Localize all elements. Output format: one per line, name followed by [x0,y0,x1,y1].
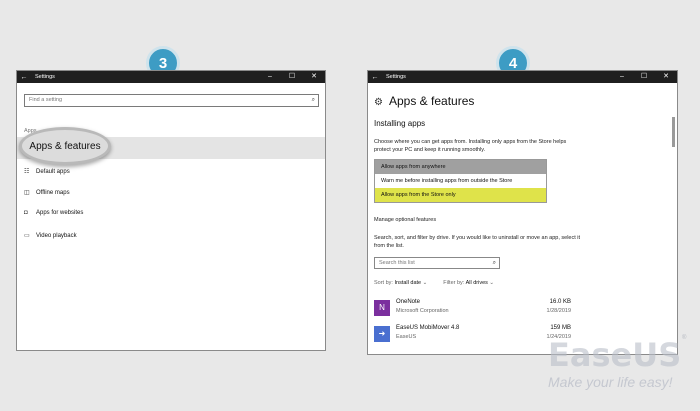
filter-label: Filter by: [443,280,465,286]
minimize-button[interactable]: – [611,71,633,83]
close-button[interactable]: ✕ [303,71,325,83]
mobimover-icon: ➜ [374,326,390,342]
nav-item-video-playback[interactable]: ▭ Video playback [24,232,77,240]
sort-value: Install date [394,280,422,286]
apps-features-label: Apps & features [29,140,101,152]
search-icon[interactable]: ⌕ [493,258,496,268]
maximize-button[interactable]: ☐ [281,71,303,83]
easeus-watermark-logo: EaseUS [548,336,682,374]
install-source-dropdown[interactable]: Allow apps from anywhere Warn me before … [374,159,547,203]
manage-optional-features-link[interactable]: Manage optional features [374,217,436,223]
chevron-down-icon: ⌄ [489,280,495,286]
app-name: EaseUS MobiMover 4.8 [396,325,460,331]
nav-label: Offline maps [36,189,70,196]
nav-label: Default apps [36,168,70,175]
nav-item-offline-maps[interactable]: ◫ Offline maps [24,189,70,197]
app-list-item[interactable]: N OneNote Microsoft Corporation 16.0 KB … [374,298,571,318]
app-size: 159 MB [550,325,571,331]
video-icon: ▭ [24,233,30,239]
app-name: OneNote [396,299,421,305]
registered-mark: ® [682,335,687,341]
minimize-button[interactable]: – [259,71,281,83]
find-setting-input[interactable]: Find a setting ⌕ [24,94,319,107]
window-title: Settings [386,74,406,80]
page-title: Apps & features [389,94,475,108]
sort-label: Sort by: [374,280,393,286]
app-date: 1/28/2019 [546,308,571,314]
filter-value: All drives [465,280,488,286]
app-publisher: EaseUS [396,334,417,340]
nav-label: Apps for websites [36,210,84,216]
back-arrow-icon[interactable]: ← [17,74,31,81]
close-button[interactable]: ✕ [655,71,677,83]
nav-label: Video playback [36,232,77,239]
option-warn[interactable]: Warn me before installing apps from outs… [375,174,546,188]
search-list-input[interactable]: Search this list ⌕ [374,257,500,269]
option-anywhere[interactable]: Allow apps from anywhere [375,160,546,174]
app-list-item[interactable]: ➜ EaseUS MobiMover 4.8 EaseUS 159 MB 1/2… [374,324,571,344]
settings-window-right: ← Settings – ☐ ✕ ⚙ Apps & features Insta… [367,70,678,355]
apps-features-highlight[interactable]: Apps & features [19,127,111,165]
sort-dropdown[interactable]: Sort by: Install date ⌄ [374,280,427,286]
app-size: 16.0 KB [549,299,571,305]
installing-apps-heading: Installing apps [374,119,426,128]
settings-window-left: ← Settings – ☐ ✕ Find a setting ⌕ Apps ☷… [16,70,326,351]
nav-item-apps-for-websites[interactable]: ◘ Apps for websites [24,210,83,216]
scrollbar[interactable] [672,87,675,354]
search-placeholder: Search this list [379,260,415,266]
app-publisher: Microsoft Corporation [396,308,449,314]
default-apps-icon: ☷ [24,169,30,175]
option-store-only[interactable]: Allow apps from the Store only [375,188,546,202]
filter-dropdown[interactable]: Filter by: All drives ⌄ [443,280,494,286]
map-icon: ◫ [24,190,30,196]
sort-filter-row: Sort by: Install date ⌄ Filter by: All d… [374,280,494,286]
chevron-down-icon: ⌄ [422,280,428,286]
website-icon: ◘ [24,210,28,216]
window-title: Settings [35,74,55,80]
scrollbar-thumb[interactable] [672,117,675,147]
search-placeholder: Find a setting [29,97,63,103]
nav-item-default-apps[interactable]: ☷ Default apps [24,168,70,176]
title-bar: ← Settings – ☐ ✕ [17,71,325,83]
title-bar: ← Settings – ☐ ✕ [368,71,677,83]
install-description: Choose where you can get apps from. Inst… [374,139,567,153]
gear-icon: ⚙ [374,97,383,108]
easeus-watermark-tagline: Make your life easy! [548,374,673,390]
filter-description: Search, sort, and filter by drive. If yo… [374,235,581,249]
search-icon[interactable]: ⌕ [312,95,315,106]
maximize-button[interactable]: ☐ [633,71,655,83]
onenote-icon: N [374,300,390,316]
back-arrow-icon[interactable]: ← [368,74,382,81]
